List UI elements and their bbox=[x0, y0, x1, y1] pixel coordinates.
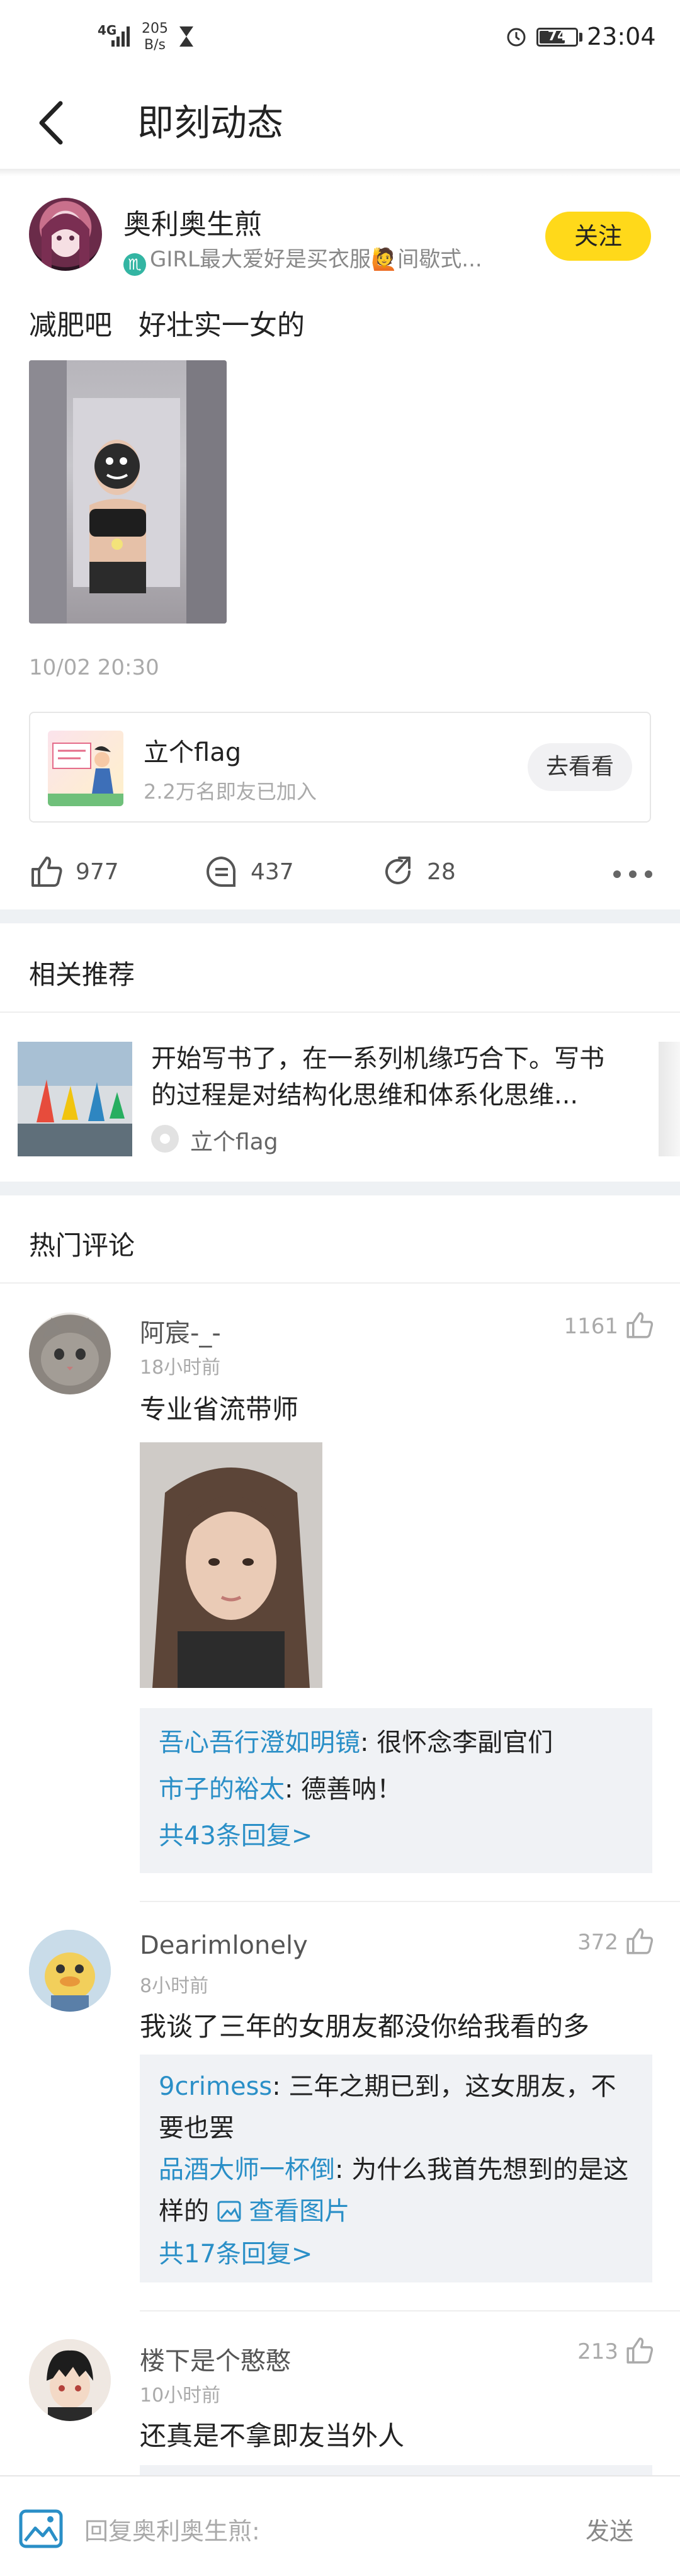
topic-icon bbox=[151, 1125, 179, 1153]
thumbs-up-icon bbox=[626, 1928, 654, 1954]
comment-like-button[interactable]: 1161 bbox=[554, 1310, 655, 1348]
comment-photo[interactable] bbox=[140, 1442, 322, 1688]
like-button[interactable]: 977 bbox=[29, 854, 130, 891]
related-thumbnail-illustration bbox=[18, 1042, 132, 1156]
comment-time: 8小时前 bbox=[140, 1975, 209, 1997]
comment-separator bbox=[140, 1901, 680, 1902]
follow-button[interactable]: 关注 bbox=[545, 212, 651, 261]
hourglass-icon bbox=[179, 26, 193, 47]
commenter-avatar[interactable] bbox=[29, 1313, 111, 1394]
comment-like-count: 213 bbox=[577, 2339, 618, 2364]
view-image-link[interactable]: 查看图片 bbox=[217, 2197, 349, 2226]
reply-author[interactable]: 9crimess bbox=[159, 2072, 272, 2101]
post-actions: 977 437 28 bbox=[0, 844, 680, 901]
reply-preview-top bbox=[140, 2465, 652, 2475]
thumbs-up-icon bbox=[31, 857, 62, 887]
clock: 23:04 bbox=[587, 23, 656, 50]
hot-comments-title: 热门评论 bbox=[29, 1230, 135, 1261]
topic-thumbnail-illustration bbox=[48, 743, 123, 806]
page-title: 即刻动态 bbox=[137, 101, 284, 144]
share-button[interactable]: 28 bbox=[380, 854, 468, 891]
topic-title: 立个flag bbox=[144, 738, 242, 767]
related-item-text[interactable]: 开始写书了，在一系列机缘巧合下。写书 的过程是对结构化思维和体系化思维... bbox=[151, 1040, 630, 1114]
topic-card[interactable]: 立个flag 2.2万名即友已加入 去看看 bbox=[29, 712, 651, 823]
battery-icon: 74 bbox=[536, 28, 578, 47]
header-divider bbox=[0, 169, 680, 176]
alarm-icon bbox=[507, 28, 526, 47]
section-divider bbox=[0, 909, 680, 923]
comment-count: 437 bbox=[251, 859, 294, 885]
reply-author[interactable]: 市子的裕太 bbox=[159, 1775, 285, 1804]
related-thumbnail[interactable] bbox=[18, 1042, 132, 1156]
battery-tip bbox=[579, 33, 582, 42]
commenter-name[interactable]: 阿宸-_- bbox=[140, 1313, 221, 1349]
image-icon bbox=[217, 2201, 241, 2222]
more-options-icon[interactable] bbox=[611, 868, 655, 881]
related-item-topic[interactable]: 立个flag bbox=[190, 1124, 278, 1156]
like-count: 977 bbox=[76, 859, 119, 885]
related-next-thumbnail[interactable] bbox=[659, 1042, 680, 1156]
author-signature: ♏ GIRL最大爱好是买衣服🙋间歇式... bbox=[123, 242, 501, 276]
commenter-name[interactable]: 楼下是个憨憨 bbox=[140, 2340, 291, 2377]
topic-thumbnail bbox=[48, 731, 123, 806]
comment-icon bbox=[207, 856, 236, 887]
comment-like-button[interactable]: 213 bbox=[554, 2335, 655, 2373]
battery-level: 74 bbox=[547, 28, 567, 44]
section-line bbox=[0, 1012, 680, 1013]
reply-item[interactable]: 吾心吾行澄如明镜: 很怀念李副官们 bbox=[159, 1719, 633, 1766]
comment-photo-illustration bbox=[140, 1442, 322, 1688]
view-all-replies-link[interactable]: 共43条回复> bbox=[159, 1813, 633, 1859]
reply-preview[interactable]: 吾心吾行澄如明镜: 很怀念李副官们 市子的裕太: 德善呐！ 共43条回复> bbox=[140, 1708, 652, 1873]
comment-text: 专业省流带师 bbox=[140, 1394, 299, 1425]
commenter-avatar[interactable] bbox=[29, 2339, 111, 2421]
comment-separator bbox=[140, 2310, 680, 2311]
comment-like-count: 372 bbox=[577, 1930, 618, 1955]
zodiac-icon: ♏ bbox=[123, 253, 146, 276]
share-icon bbox=[385, 857, 411, 884]
author-avatar[interactable] bbox=[29, 198, 102, 271]
comment-time: 10小时前 bbox=[140, 2385, 221, 2407]
author-name[interactable]: 奥利奥生煎 bbox=[123, 202, 262, 242]
back-button[interactable] bbox=[25, 94, 82, 151]
comment-text: 我谈了三年的女朋友都没你给我看的多 bbox=[140, 2011, 590, 2042]
reply-item[interactable]: 市子的裕太: 德善呐！ bbox=[159, 1766, 633, 1813]
thumbs-up-icon bbox=[626, 2337, 654, 2364]
network-speed: 205 B/s bbox=[142, 21, 168, 53]
reply-item[interactable]: 9crimess: 三年之期已到，这女朋友，不要也罢 bbox=[159, 2066, 633, 2149]
comment-button[interactable]: 437 bbox=[204, 854, 305, 891]
reply-item[interactable]: 品酒大师一杯倒: 为什么我首先想到的是这样的 查看图片 bbox=[159, 2149, 633, 2232]
comment-like-count: 1161 bbox=[564, 1314, 618, 1339]
commenter-avatar[interactable] bbox=[29, 1930, 111, 2012]
post-photo[interactable] bbox=[29, 360, 227, 624]
signal-icon bbox=[111, 26, 130, 47]
view-topic-button[interactable]: 去看看 bbox=[528, 743, 632, 791]
cat-avatar-illustration bbox=[41, 1318, 99, 1386]
reply-bar: 回复奥利奥生煎: 发送 bbox=[0, 2475, 680, 2576]
send-button[interactable]: 发送 bbox=[586, 2512, 633, 2546]
thumbs-up-icon bbox=[626, 1312, 654, 1338]
section-line bbox=[0, 1282, 680, 1284]
view-all-replies-link[interactable]: 共17条回复> bbox=[159, 2232, 633, 2276]
post-date: 10/02 20:30 bbox=[29, 655, 159, 680]
related-section-title: 相关推荐 bbox=[29, 959, 135, 990]
post-text: 减肥吧 好壮实一女的 bbox=[29, 309, 305, 341]
reply-author[interactable]: 品酒大师一杯倒 bbox=[159, 2155, 335, 2184]
avatar-illustration bbox=[42, 214, 89, 271]
image-picker-icon[interactable] bbox=[19, 2509, 63, 2548]
reply-author[interactable]: 吾心吾行澄如明镜 bbox=[159, 1728, 360, 1757]
comment-text: 还真是不拿即友当外人 bbox=[140, 2420, 405, 2451]
app-header: 即刻动态 bbox=[0, 76, 680, 170]
commenter-name[interactable]: Dearimlonely bbox=[140, 1931, 308, 1960]
section-divider bbox=[0, 1182, 680, 1195]
share-count: 28 bbox=[427, 859, 456, 885]
comment-time: 18小时前 bbox=[140, 1357, 221, 1379]
reply-preview[interactable]: 9crimess: 三年之期已到，这女朋友，不要也罢 品酒大师一杯倒: 为什么我… bbox=[140, 2055, 652, 2282]
post-photo-illustration bbox=[29, 360, 227, 624]
reply-input[interactable]: 回复奥利奥生煎: bbox=[84, 2512, 260, 2546]
anime-boy-avatar-illustration bbox=[29, 2339, 111, 2421]
comment-like-button[interactable]: 372 bbox=[554, 1926, 655, 1964]
topic-member-count: 2.2万名即友已加入 bbox=[144, 780, 317, 804]
status-bar: 4G 205 B/s 74 23:04 bbox=[0, 0, 680, 76]
duck-avatar-illustration bbox=[29, 1930, 111, 2012]
